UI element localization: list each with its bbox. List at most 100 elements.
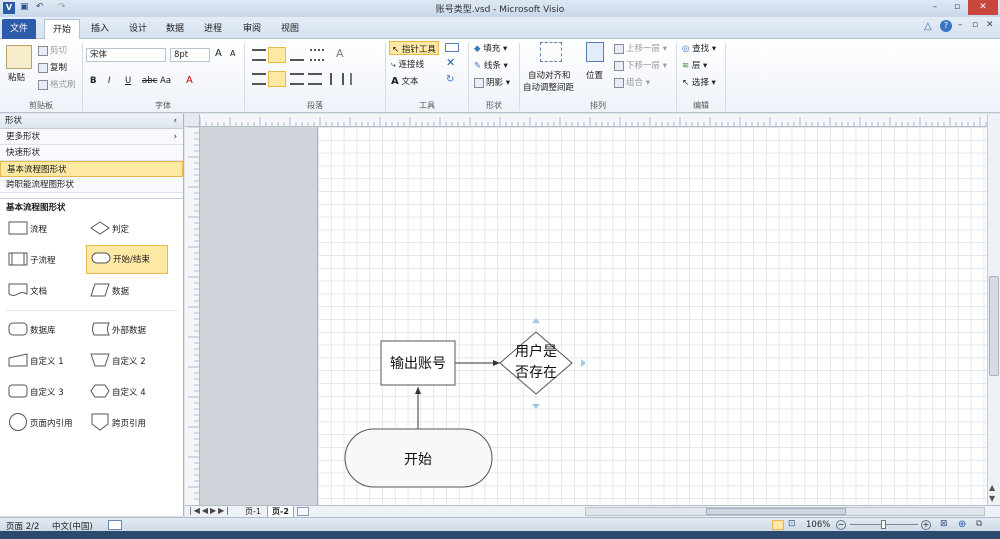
auto-connect-arrow-down-icon[interactable] <box>532 404 540 409</box>
align-left-icon[interactable] <box>252 73 266 85</box>
align-right-icon[interactable] <box>290 73 304 85</box>
page-nav-arrows-icon[interactable]: |◀◀▶▶| <box>189 506 231 515</box>
scroll-down-icon[interactable]: ▼ <box>989 494 995 503</box>
collapse-panel-icon[interactable]: ‹ <box>174 114 177 129</box>
columns-icon[interactable] <box>330 73 344 85</box>
change-case-button[interactable]: Aa <box>160 76 171 86</box>
auto-align-button[interactable]: 自动对齐和 <box>528 69 571 81</box>
cross-functional-row[interactable]: 跨职能流程图形状 <box>0 177 183 193</box>
font-color-button[interactable]: A <box>186 75 193 86</box>
zoom-slider-thumb[interactable] <box>881 520 886 529</box>
shrink-font-button[interactable]: A <box>230 49 235 58</box>
help-icon[interactable]: ? <box>940 20 952 32</box>
zoom-level[interactable]: 106% <box>806 520 830 530</box>
pan-zoom-icon[interactable]: ⊕ <box>958 519 966 530</box>
quick-shapes-row[interactable]: 快速形状 <box>0 145 183 161</box>
align-middle-icon[interactable] <box>268 47 286 63</box>
shape-process[interactable]: 流程 <box>4 216 86 242</box>
format-painter-button[interactable]: 格式刷 <box>38 78 76 90</box>
shape-external-data[interactable]: 外部数据 <box>86 317 168 343</box>
decrease-indent-icon[interactable] <box>350 73 364 85</box>
bullets-icon[interactable] <box>310 49 324 61</box>
shape-custom-3[interactable]: 自定义 3 <box>4 379 86 405</box>
line-button[interactable]: ✎ 线条 ▾ <box>474 59 508 71</box>
shadow-button[interactable]: 阴影 ▾ <box>474 76 510 88</box>
switch-windows-icon[interactable]: ⧉ <box>976 519 982 529</box>
shape-start-end[interactable]: 开始/结束 <box>86 245 168 274</box>
doc-restore-button[interactable]: ▫ <box>972 20 978 30</box>
connection-point-icon[interactable]: ↻ <box>446 74 454 85</box>
align-top-icon[interactable] <box>252 49 266 61</box>
auto-connect-arrow-up-icon[interactable] <box>532 318 540 323</box>
horizontal-scroll-thumb[interactable] <box>706 508 846 515</box>
underline-button[interactable]: U <box>125 76 131 86</box>
doc-minimize-button[interactable]: – <box>958 20 963 30</box>
auto-space-button[interactable]: 自动调整间距 <box>523 81 574 93</box>
align-bottom-icon[interactable] <box>290 49 304 61</box>
strikethrough-button[interactable]: abc <box>142 76 157 86</box>
paste-button[interactable]: 粘贴 <box>8 71 25 83</box>
bold-button[interactable]: B <box>90 76 96 86</box>
maximize-button[interactable]: ▫ <box>946 0 968 15</box>
horizontal-scrollbar[interactable] <box>585 507 985 516</box>
macro-record-icon[interactable] <box>108 520 122 530</box>
tab-home[interactable]: 开始 <box>44 19 81 39</box>
auto-connect-arrow-right-icon[interactable] <box>581 359 586 367</box>
align-center-icon[interactable] <box>268 71 286 87</box>
decision-shape[interactable] <box>499 331 573 395</box>
scroll-up-icon[interactable]: ▲ <box>989 483 995 492</box>
tab-design[interactable]: 设计 <box>121 19 155 39</box>
cut-button[interactable]: 剪切 <box>38 44 67 56</box>
close-x-icon[interactable]: ✕ <box>446 56 455 69</box>
basic-flowchart-row[interactable]: 基本流程图形状 <box>0 161 183 177</box>
close-button[interactable]: ✕ <box>968 0 998 15</box>
position-button[interactable]: 位置 <box>586 69 603 81</box>
rectangle-tool-icon[interactable] <box>445 43 459 52</box>
tab-review[interactable]: 审阅 <box>235 19 269 39</box>
text-direction-icon[interactable]: A <box>336 47 344 60</box>
justify-icon[interactable] <box>308 73 322 85</box>
select-button[interactable]: ↖ 选择 ▾ <box>682 76 716 88</box>
tab-file[interactable]: 文件 <box>2 19 37 39</box>
layer-button[interactable]: ≋ 层 ▾ <box>682 59 707 71</box>
bring-forward-button[interactable]: 上移一层 ▾ <box>614 42 667 54</box>
fit-page-icon[interactable]: ⊠ <box>940 519 948 529</box>
minimize-ribbon-icon[interactable]: △ <box>924 21 932 32</box>
shape-custom-1[interactable]: 自定义 1 <box>4 348 86 374</box>
shape-off-page-reference[interactable]: 跨页引用 <box>86 408 168 438</box>
insert-page-icon[interactable] <box>297 507 309 516</box>
tab-insert[interactable]: 插入 <box>83 19 117 39</box>
group-button[interactable]: 组合 ▾ <box>614 76 650 88</box>
font-name-select[interactable]: 宋体 <box>86 48 166 62</box>
font-size-select[interactable]: 8pt <box>170 48 210 62</box>
tab-view[interactable]: 视图 <box>273 19 307 39</box>
shape-on-page-reference[interactable]: 页面内引用 <box>4 408 86 438</box>
more-shapes-row[interactable]: 更多形状 › <box>0 129 183 145</box>
send-backward-button[interactable]: 下移一层 ▾ <box>614 59 667 71</box>
presentation-icon[interactable]: ⊡ <box>788 519 796 529</box>
vertical-scrollbar[interactable]: ▲ ▼ <box>987 114 1000 506</box>
shape-decision[interactable]: 判定 <box>86 216 168 242</box>
grow-font-button[interactable]: A <box>215 48 222 59</box>
copy-button[interactable]: 复制 <box>38 61 67 73</box>
full-screen-icon[interactable] <box>772 520 784 530</box>
find-button[interactable]: ◎ 查找 ▾ <box>682 42 716 54</box>
doc-close-button[interactable]: ✕ <box>986 20 994 30</box>
italic-button[interactable]: I <box>108 76 111 86</box>
shape-custom-2[interactable]: 自定义 2 <box>86 348 168 374</box>
shape-subprocess[interactable]: 子流程 <box>4 247 86 273</box>
pointer-tool-button[interactable]: ↖ 指针工具 <box>389 41 439 55</box>
shape-custom-4[interactable]: 自定义 4 <box>86 379 168 405</box>
minimize-button[interactable]: – <box>924 0 946 15</box>
connector-tool-button[interactable]: ⤷ 连接线 <box>391 58 424 70</box>
tab-data[interactable]: 数据 <box>158 19 192 39</box>
shape-document[interactable]: 文档 <box>4 278 86 304</box>
zoom-in-icon[interactable]: + <box>921 520 931 530</box>
shape-database[interactable]: 数据库 <box>4 317 86 343</box>
zoom-out-icon[interactable]: − <box>836 520 846 530</box>
shape-data[interactable]: 数据 <box>86 278 168 304</box>
tab-process[interactable]: 进程 <box>196 19 230 39</box>
text-tool-button[interactable]: A 文本 <box>391 75 418 87</box>
vertical-scroll-thumb[interactable] <box>989 276 999 376</box>
fill-button[interactable]: ◆ 填充 ▾ <box>474 42 507 54</box>
